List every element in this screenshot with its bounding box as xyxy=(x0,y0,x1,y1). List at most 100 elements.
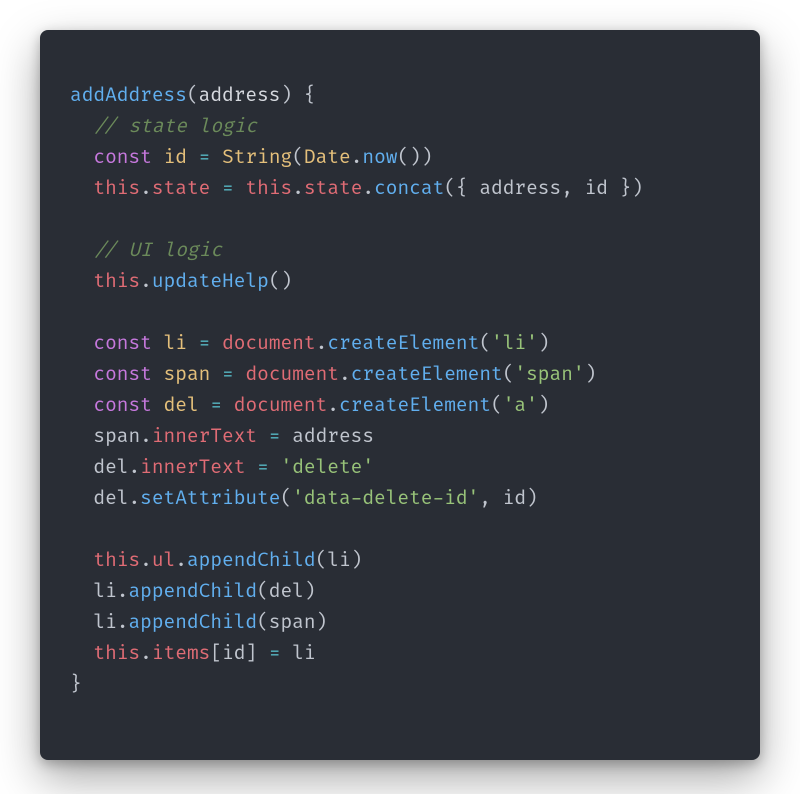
code-line: const li = document.createElement('li') xyxy=(70,331,550,355)
code-token: // state logic xyxy=(93,114,257,138)
code-token: ( xyxy=(479,331,491,355)
code-token: ( xyxy=(292,145,304,169)
code-token xyxy=(70,548,93,572)
code-token: li. xyxy=(70,579,128,603)
code-token: concat xyxy=(374,176,444,200)
code-token: const xyxy=(93,145,151,169)
code-line: del.innerText = 'delete' xyxy=(70,455,374,479)
code-token xyxy=(245,455,257,479)
code-token: createElement xyxy=(351,362,503,386)
code-token: } xyxy=(70,672,82,696)
code-token xyxy=(152,145,164,169)
code-token xyxy=(70,238,93,262)
code-token xyxy=(187,331,199,355)
code-token: appendChild xyxy=(187,548,316,572)
code-token: . xyxy=(140,269,152,293)
code-token xyxy=(70,393,93,417)
code-token: this xyxy=(93,548,140,572)
code-token: state xyxy=(152,176,210,200)
code-token xyxy=(210,362,222,386)
code-line: this.ul.appendChild(li) xyxy=(70,548,362,572)
code-token: ) { xyxy=(281,83,316,107)
code-token: (span) xyxy=(257,610,327,634)
code-token xyxy=(70,331,93,355)
code-line: this.items[id] = li xyxy=(70,641,316,665)
code-token: 'delete' xyxy=(281,455,375,479)
code-line: span.innerText = address xyxy=(70,424,374,448)
code-token: del xyxy=(164,393,199,417)
code-token: . xyxy=(327,393,339,417)
code-token: items xyxy=(152,641,210,665)
code-line: li.appendChild(del) xyxy=(70,579,316,603)
code-token: ) xyxy=(538,393,550,417)
code-token: ( xyxy=(503,362,515,386)
code-token: . xyxy=(140,548,152,572)
code-token: = xyxy=(199,331,211,355)
code-token: Date xyxy=(304,145,351,169)
code-token: ) xyxy=(585,362,597,386)
code-token: li xyxy=(281,641,316,665)
code-token: (del) xyxy=(257,579,315,603)
code-token xyxy=(234,176,246,200)
code-token: addAddress xyxy=(70,83,187,107)
code-token: document xyxy=(245,362,339,386)
code-token: 'li' xyxy=(491,331,538,355)
code-token: . xyxy=(351,145,363,169)
code-token: . xyxy=(140,176,152,200)
code-token xyxy=(70,145,93,169)
code-line: } xyxy=(70,672,82,696)
code-token: innerText xyxy=(140,455,245,479)
code-token: = xyxy=(257,455,269,479)
code-token: . xyxy=(339,362,351,386)
code-token: = xyxy=(222,362,234,386)
code-token: ul xyxy=(152,548,175,572)
code-line: del.setAttribute('data-delete-id', id) xyxy=(70,486,538,510)
code-line: this.state = this.state.concat({ address… xyxy=(70,176,643,200)
code-line: // UI logic xyxy=(70,238,222,262)
code-token: . xyxy=(362,176,374,200)
code-token: document xyxy=(234,393,328,417)
code-token: const xyxy=(93,331,151,355)
code-token: 'a' xyxy=(503,393,538,417)
code-token: span. xyxy=(70,424,152,448)
code-card: addAddress(address) { // state logic con… xyxy=(40,30,760,760)
code-token xyxy=(152,331,164,355)
code-token xyxy=(70,362,93,386)
code-token xyxy=(70,114,93,138)
code-token xyxy=(187,145,199,169)
code-token: createElement xyxy=(339,393,491,417)
code-line: const del = document.createElement('a') xyxy=(70,393,550,417)
code-token: = xyxy=(199,145,211,169)
code-token: . xyxy=(140,641,152,665)
code-token: this xyxy=(93,641,140,665)
code-token xyxy=(234,362,246,386)
code-token: ({ address, id }) xyxy=(444,176,643,200)
code-token xyxy=(199,393,211,417)
code-token: appendChild xyxy=(128,579,257,603)
code-token: this xyxy=(93,269,140,293)
code-token: setAttribute xyxy=(140,486,280,510)
code-token: li xyxy=(164,331,187,355)
code-block: addAddress(address) { // state logic con… xyxy=(70,80,730,700)
code-token: createElement xyxy=(327,331,479,355)
code-token: . xyxy=(316,331,328,355)
code-token: appendChild xyxy=(128,610,257,634)
code-token xyxy=(70,269,93,293)
code-token: innerText xyxy=(152,424,257,448)
code-token xyxy=(70,176,93,200)
code-token: id xyxy=(164,145,187,169)
code-line: this.updateHelp() xyxy=(70,269,292,293)
code-line: li.appendChild(span) xyxy=(70,610,327,634)
code-token: , id) xyxy=(479,486,537,510)
code-token xyxy=(210,331,222,355)
code-line: const id = String(Date.now()) xyxy=(70,145,433,169)
code-token: const xyxy=(93,393,151,417)
code-token xyxy=(152,362,164,386)
code-token: ) xyxy=(538,331,550,355)
code-token: span xyxy=(164,362,211,386)
code-token: state xyxy=(304,176,362,200)
code-token xyxy=(210,176,222,200)
code-token: del. xyxy=(70,455,140,479)
code-token: ()) xyxy=(397,145,432,169)
code-token xyxy=(269,455,281,479)
